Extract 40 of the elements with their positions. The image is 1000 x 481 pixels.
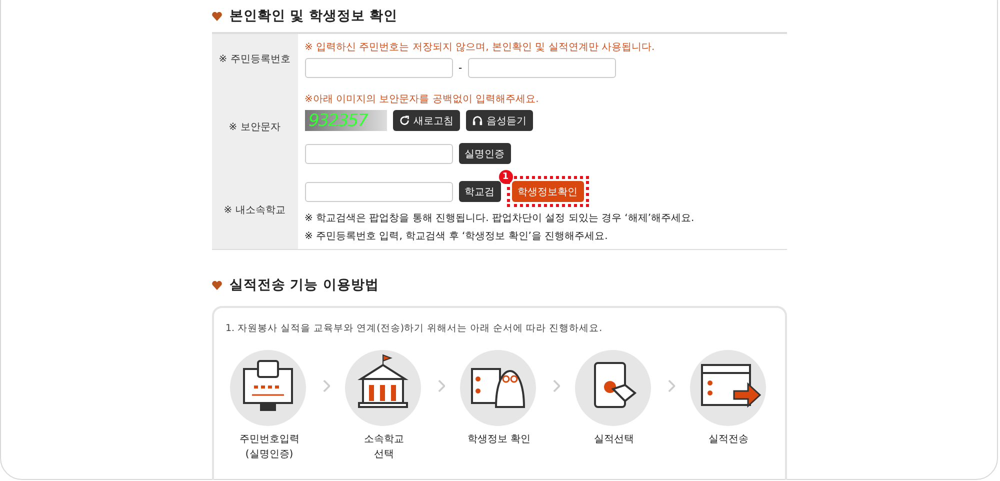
step-badge: 1 (498, 170, 512, 184)
ssn-input-field[interactable] (468, 58, 616, 78)
student-step-icon (460, 349, 538, 427)
intro-text: 1. 자원봉사 실적을 교육부와 연계(전송)하기 위해서는 아래 순서에 따라 진행하세요. (226, 322, 604, 335)
captcha-input-field[interactable] (304, 144, 452, 164)
audio-button[interactable]: 음성듣기 (466, 110, 532, 131)
refresh-icon (398, 115, 410, 126)
monitor-step-icon (230, 349, 308, 427)
headphones-icon (472, 115, 482, 126)
field-label: ※ 내소속학교 (224, 204, 286, 216)
chevron-icon (552, 379, 560, 393)
chevron-icon (438, 379, 446, 393)
refresh-button[interactable]: 새로고침 (392, 110, 460, 131)
note-text: ※ 학교검색은 팝업창을 통해 진행됩니다. 팝업차단이 설정 되있는 경우 ‘해제’해주세요. (304, 212, 696, 225)
separator-text: - (458, 62, 462, 74)
school-input-field[interactable] (304, 182, 452, 202)
heart-icon (212, 280, 222, 290)
section-title: 실적전송 기능 이용방법 (230, 276, 379, 294)
field-label: ※ 보안문자 (228, 121, 280, 134)
step-label: 실적선택 (594, 433, 634, 447)
heart-icon (212, 12, 222, 20)
send-step-icon (690, 349, 768, 427)
section-title: 본인확인 및 학생정보 확인 (230, 7, 398, 25)
school-search-button[interactable]: 학교검 (458, 181, 500, 202)
step-label: 소속학교 선택 (364, 433, 404, 462)
step-label: 학생정보 확인 (467, 433, 531, 447)
note-text: ※ 주민등록번호 입력, 학교검색 후 ‘학생정보 확인’을 진행해주세요. (304, 230, 609, 243)
chevron-icon (323, 379, 330, 393)
field-label: ※ 주민등록번호 (218, 53, 290, 66)
notice-text: ※아래 이미지의 보안문자를 공백없이 입력해주세요. (304, 93, 540, 106)
step-label: 주민번호입력 (실명인증) (239, 433, 300, 462)
captcha-image: 932357 (304, 110, 386, 131)
student-info-button[interactable]: 학생정보확인 (512, 181, 584, 202)
notice-text: ※ 입력하신 주민번호는 저장되지 않으며, 본인확인 및 실적연계만 사용됩니다. (304, 41, 656, 54)
ssn-input-field[interactable] (304, 58, 452, 78)
tablet-step-icon (574, 349, 653, 427)
verify-button[interactable]: 실명인증 (458, 143, 510, 164)
step-label: 실적전송 (708, 433, 749, 447)
chevron-icon (668, 379, 675, 393)
school-step-icon (345, 349, 424, 427)
